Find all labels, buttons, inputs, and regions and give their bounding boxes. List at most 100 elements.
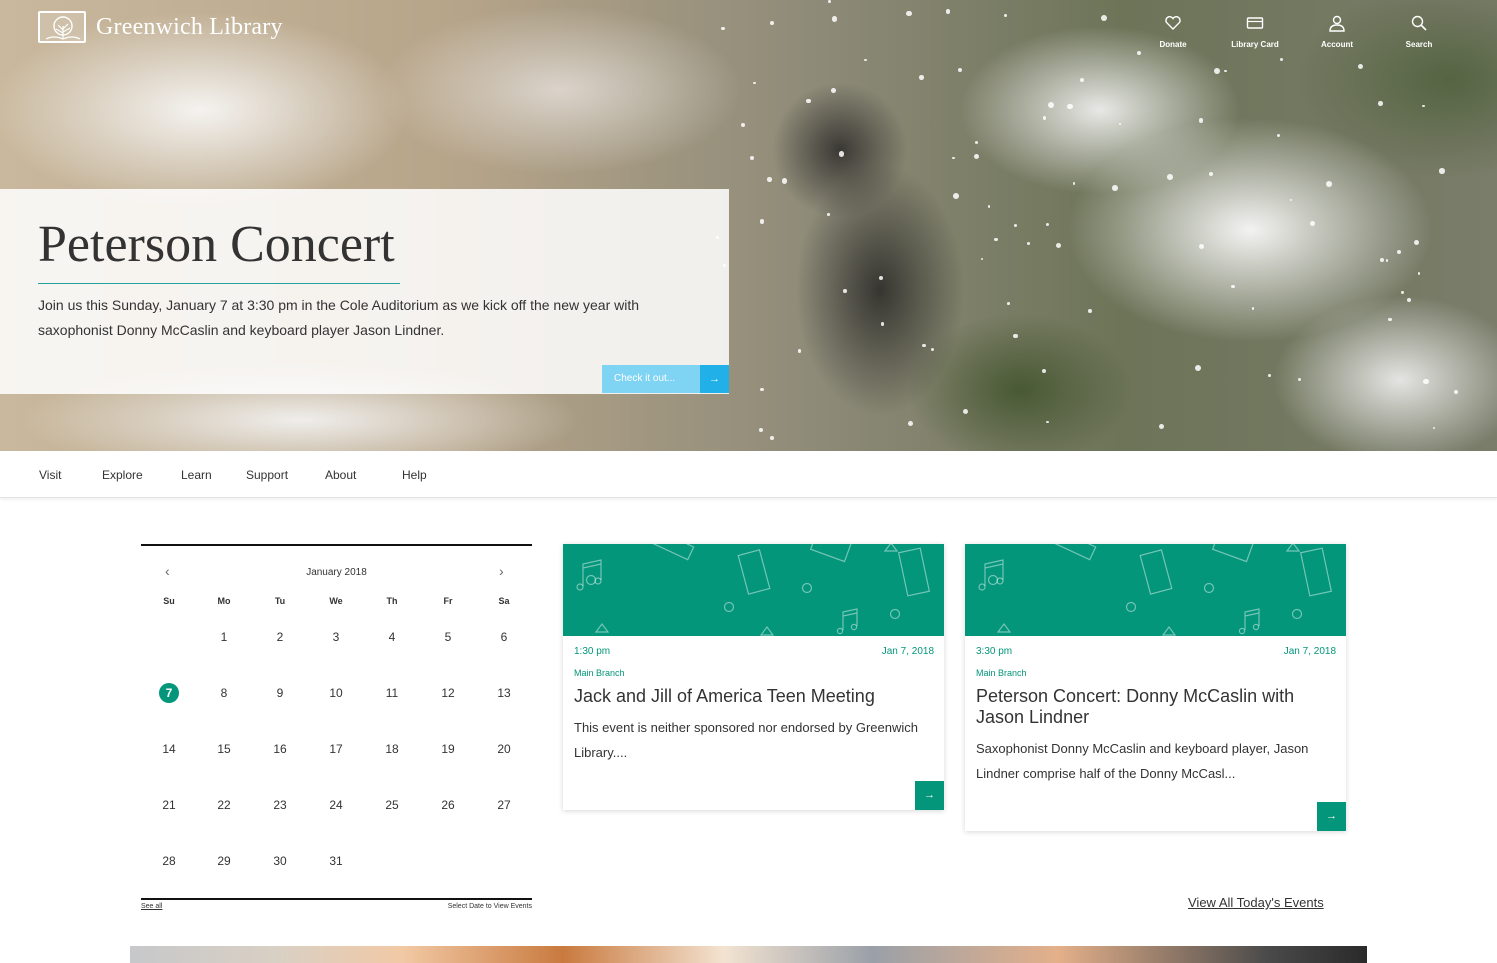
snowflake (1413, 239, 1419, 245)
event-card[interactable]: 1:30 pm Jan 7, 2018 Main Branch Jack and… (563, 544, 944, 810)
event-open-button[interactable]: → (1317, 802, 1346, 831)
calendar-day[interactable]: 25 (372, 798, 412, 812)
weekday-header: Th (386, 596, 398, 606)
site-logo[interactable]: Greenwich Library (38, 11, 283, 43)
snowflake (770, 20, 775, 25)
calendar-footer: See all Select Date to View Events (141, 898, 532, 910)
snowflake (1027, 242, 1030, 245)
event-title[interactable]: Jack and Jill of America Teen Meeting (563, 686, 944, 707)
calendar-day[interactable]: 19 (428, 742, 468, 756)
calendar-day[interactable]: 18 (372, 742, 412, 756)
donate-link[interactable]: Donate (1133, 14, 1213, 52)
snowflake (781, 178, 788, 184)
calendar-next-button[interactable]: › (499, 563, 504, 579)
nav-support[interactable]: Support (246, 468, 288, 482)
nav-explore[interactable]: Explore (102, 468, 143, 482)
nav-visit[interactable]: Visit (39, 468, 61, 482)
calendar-day[interactable]: 24 (316, 798, 356, 812)
main-nav: Visit Explore Learn Support About Help (0, 451, 1497, 498)
calendar-day-selected[interactable]: 7 (159, 683, 179, 703)
calendar-day[interactable]: 5 (428, 630, 468, 644)
snowflake (749, 156, 754, 161)
snowflake (1167, 173, 1173, 180)
snowflake (1378, 101, 1383, 106)
calendar-day[interactable]: 30 (260, 854, 300, 868)
music-pattern-icon (576, 544, 931, 636)
see-all-link[interactable]: See all (141, 903, 162, 910)
calendar-day[interactable]: 10 (316, 686, 356, 700)
promo-description: Join us this Sunday, January 7 at 3:30 p… (38, 297, 640, 338)
calendar-day[interactable]: 17 (316, 742, 356, 756)
music-pattern-icon (978, 544, 1333, 636)
snowflake (1118, 122, 1121, 125)
snowflake (945, 9, 950, 14)
calendar-day[interactable]: 28 (149, 854, 189, 868)
snowflake (1297, 377, 1302, 381)
snowflake (880, 322, 885, 326)
nav-learn[interactable]: Learn (181, 468, 212, 482)
calendar-day[interactable]: 11 (372, 686, 412, 700)
snowflake (1385, 259, 1388, 262)
snowflake (806, 98, 811, 104)
snowflake (831, 88, 837, 93)
event-title[interactable]: Peterson Concert: Donny McCaslin with Ja… (965, 686, 1346, 728)
snowflake (1439, 168, 1445, 174)
snowflake (1198, 117, 1204, 123)
account-link[interactable]: Account (1297, 14, 1377, 52)
calendar-day[interactable]: 6 (484, 630, 524, 644)
card-icon (1246, 17, 1264, 29)
calendar-day[interactable]: 8 (204, 686, 244, 700)
snowflake (1224, 69, 1228, 73)
snowflake (1046, 420, 1049, 423)
calendar-day[interactable]: 23 (260, 798, 300, 812)
snowflake (1417, 272, 1421, 276)
calendar-day[interactable]: 13 (484, 686, 524, 700)
calendar-day[interactable]: 15 (204, 742, 244, 756)
site-name: Greenwich Library (96, 13, 283, 40)
calendar-day[interactable]: 12 (428, 686, 468, 700)
check-it-out-button[interactable]: Check it out... → (602, 365, 729, 393)
search-link[interactable]: Search (1379, 14, 1459, 52)
snowflake (1422, 105, 1425, 108)
snowflake (1310, 220, 1316, 226)
snowflake (957, 67, 962, 72)
snowflake (980, 257, 983, 260)
library-card-link[interactable]: Library Card (1215, 14, 1295, 52)
promo-panel: Peterson Concert Join us this Sunday, Ja… (0, 189, 729, 394)
view-all-events-link[interactable]: View All Today's Events (1188, 895, 1324, 910)
weekday-header: Su (163, 596, 175, 606)
snowflake (952, 157, 955, 160)
calendar-day[interactable]: 20 (484, 742, 524, 756)
snowflake (758, 428, 763, 432)
weekday-header: We (329, 596, 343, 606)
calendar-day[interactable]: 9 (260, 686, 300, 700)
calendar-day[interactable]: 22 (204, 798, 244, 812)
calendar-day[interactable]: 26 (428, 798, 468, 812)
calendar-day[interactable]: 1 (204, 630, 244, 644)
weekday-header: Fr (443, 596, 453, 606)
calendar-day[interactable]: 29 (204, 854, 244, 868)
calendar-day[interactable]: 3 (316, 630, 356, 644)
calendar-day[interactable]: 31 (316, 854, 356, 868)
snowflake (1042, 368, 1047, 373)
snowflake (994, 237, 998, 242)
calendar-day[interactable]: 14 (149, 742, 189, 756)
calendar-day[interactable]: 16 (260, 742, 300, 756)
snowflake (1055, 243, 1061, 249)
nav-help[interactable]: Help (402, 468, 427, 482)
promo-title: Peterson Concert (38, 216, 395, 273)
nav-about[interactable]: About (325, 468, 356, 482)
calendar-day[interactable]: 4 (372, 630, 412, 644)
snowflake (908, 420, 913, 426)
calendar-day[interactable]: 21 (149, 798, 189, 812)
snowflake (827, 213, 830, 216)
event-open-button[interactable]: → (915, 781, 944, 810)
event-description: Saxophonist Donny McCaslin and keyboard … (976, 741, 1309, 781)
snowflake (1279, 58, 1283, 61)
snowflake (1357, 64, 1364, 70)
calendar-day[interactable]: 27 (484, 798, 524, 812)
calendar-day[interactable]: 2 (260, 630, 300, 644)
event-card[interactable]: 3:30 pm Jan 7, 2018 Main Branch Peterson… (965, 544, 1346, 831)
snowflake (1432, 426, 1435, 429)
check-it-out-label: Check it out... (602, 365, 700, 393)
